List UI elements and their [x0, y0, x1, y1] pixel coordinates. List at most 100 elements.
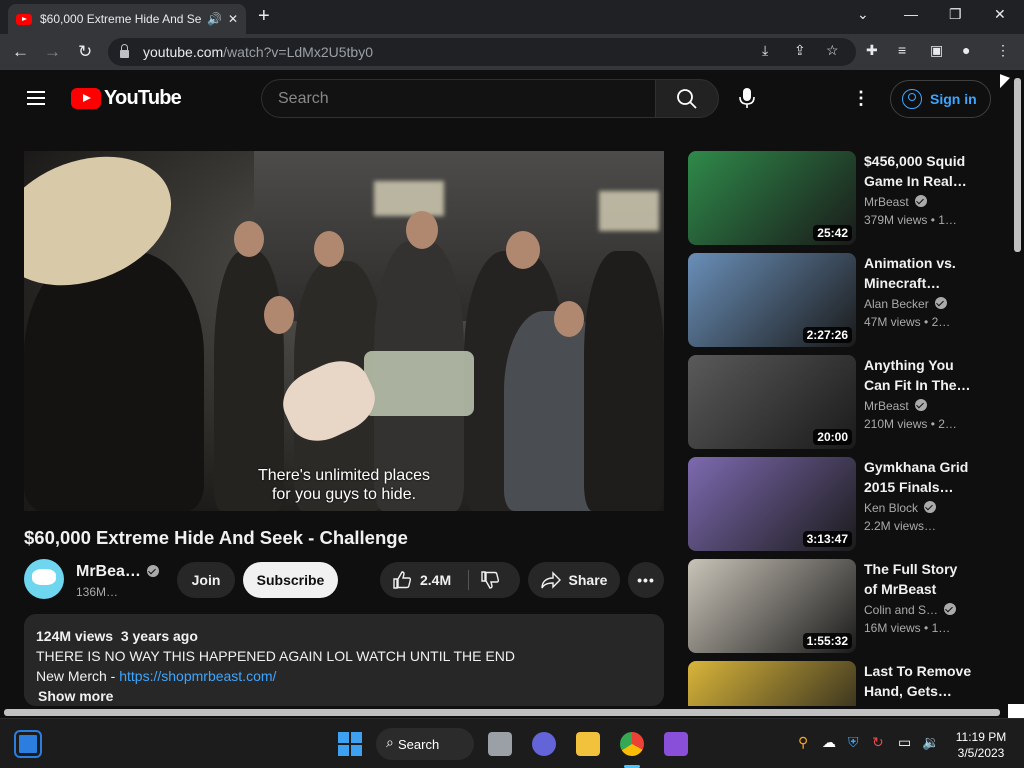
video-thumbnail[interactable]: 1:55:32	[688, 559, 856, 653]
security-shield-icon[interactable]: ⛨	[848, 734, 859, 751]
file-explorer-icon[interactable]	[576, 732, 600, 756]
vertical-scrollbar[interactable]	[1012, 70, 1024, 706]
video-title: $60,000 Extreme Hide And Seek - Challeng…	[24, 527, 408, 548]
recommended-channel: MrBeast	[864, 399, 927, 413]
like-count: 2.4M	[420, 572, 452, 588]
media-controls-icon[interactable]: ≡	[898, 42, 906, 58]
search-tray-icon[interactable]: ⚲	[798, 734, 808, 751]
recommended-stats: 16M views • 1…	[864, 621, 950, 635]
share-arrow-icon	[540, 571, 561, 589]
like-button[interactable]: 2.4M	[392, 570, 451, 590]
chrome-taskbar-icon[interactable]	[620, 732, 644, 756]
recommended-stats: 2.2M views…	[864, 519, 936, 533]
vertical-scroll-thumb[interactable]	[1014, 78, 1021, 252]
verified-badge-icon	[924, 501, 937, 513]
minimize-button[interactable]: —	[904, 6, 918, 22]
recommended-title[interactable]: Animation vs. Minecraft…	[864, 253, 974, 293]
channel-name-row[interactable]: MrBea…	[76, 563, 159, 581]
channel-avatar[interactable]	[24, 559, 64, 599]
recommended-channel: Ken Block	[864, 501, 937, 515]
hamburger-menu-icon[interactable]	[27, 91, 45, 105]
cloud-offline-icon[interactable]: ☁	[822, 734, 836, 751]
sync-alert-icon[interactable]: ↻	[872, 734, 884, 751]
recommended-stats: 210M views • 2…	[864, 417, 957, 431]
recommended-video[interactable]: 20:00 Anything You Can Fit In The… MrBeast…	[688, 355, 988, 451]
youtube-logo[interactable]: YouTube	[71, 87, 182, 110]
network-icon[interactable]: ▭	[898, 734, 911, 751]
bookmark-star-icon[interactable]: ☆	[826, 42, 839, 59]
tab-close-icon[interactable]: ✕	[228, 12, 238, 26]
recommended-video[interactable]: 2:27:26 Animation vs. Minecraft… Alan Beck…	[688, 253, 988, 349]
search-input[interactable]: Search	[261, 79, 656, 118]
description-box[interactable]: 124M views 3 years ago THERE IS NO WAY T…	[24, 614, 664, 706]
video-thumbnail[interactable]: 20:00	[688, 355, 856, 449]
duration-badge: 25:42	[813, 225, 852, 241]
video-money-pile	[364, 351, 474, 416]
search-button[interactable]	[655, 79, 719, 118]
forward-arrow-icon[interactable]: →	[44, 42, 61, 62]
subscribe-button[interactable]: Subscribe	[243, 562, 338, 598]
recommended-channel-name: Ken Block	[864, 501, 919, 515]
windows-start-icon[interactable]	[338, 732, 362, 756]
sign-in-button[interactable]: Sign in	[890, 80, 991, 118]
browser-menu-icon[interactable]: ⋮	[996, 42, 1010, 59]
recommended-video[interactable]: 1:55:32 The Full Story of MrBeast Colin an…	[688, 559, 988, 655]
audio-playing-icon[interactable]: 🔊	[207, 12, 222, 26]
video-figure-head	[554, 301, 584, 337]
browser-toolbar: ← → ↻ youtube.com/watch?v=LdMx2U5tby0 ⤓ …	[0, 34, 1024, 70]
profile-icon[interactable]: ●	[962, 42, 970, 58]
merch-label: New Merch -	[36, 668, 120, 684]
close-window-button[interactable]: ✕	[994, 6, 1006, 23]
like-divider	[468, 570, 469, 590]
channel-name[interactable]: MrBea…	[76, 563, 141, 580]
recommended-title[interactable]: The Full Story of MrBeast	[864, 559, 974, 599]
side-panel-icon[interactable]: ▣	[930, 42, 943, 59]
share-button[interactable]: Share	[528, 562, 620, 598]
recommended-views: 379M views	[864, 213, 928, 227]
extensions-puzzle-icon[interactable]: ✚	[866, 42, 878, 59]
join-button[interactable]: Join	[177, 562, 235, 598]
visual-studio-icon[interactable]	[664, 732, 688, 756]
dislike-button[interactable]	[480, 570, 500, 593]
horizontal-scroll-thumb[interactable]	[4, 709, 1000, 716]
video-thumbnail[interactable]: 25:42	[688, 151, 856, 245]
clock-time: 11:19 PM	[955, 730, 1007, 744]
verified-badge-icon	[146, 565, 159, 577]
teams-chat-icon[interactable]	[532, 732, 556, 756]
recommended-channel: Alan Becker	[864, 297, 947, 311]
merch-link[interactable]: https://shopmrbeast.com/	[119, 668, 276, 684]
video-thumbnail[interactable]: 3:13:47	[688, 457, 856, 551]
new-tab-button[interactable]: +	[258, 5, 270, 27]
widgets-icon[interactable]	[14, 730, 42, 758]
recommended-video[interactable]: 3:13:47 Gymkhana Grid 2015 Finals… Ken Blo…	[688, 457, 988, 553]
recommended-channel-name: MrBeast	[864, 399, 909, 413]
recommended-video[interactable]: 25:42 $456,000 Squid Game In Real… MrBeast…	[688, 151, 988, 247]
recommended-title[interactable]: Anything You Can Fit In The…	[864, 355, 974, 395]
show-more-button[interactable]: Show more	[36, 686, 652, 706]
restore-button[interactable]: ❐	[949, 6, 962, 23]
horizontal-scrollbar[interactable]	[0, 706, 1012, 718]
back-arrow-icon[interactable]: ←	[12, 42, 29, 62]
reload-icon[interactable]: ↻	[78, 42, 92, 62]
recommended-title[interactable]: Last To Remove Hand, Gets…	[864, 661, 974, 701]
voice-search-button[interactable]	[729, 80, 765, 116]
more-actions-button[interactable]: •••	[628, 562, 664, 598]
clock-date: 3/5/2023	[957, 746, 1005, 760]
share-page-icon[interactable]: ⇪	[794, 42, 806, 59]
browser-tab-active[interactable]: $60,000 Extreme Hide And Se 🔊 ✕	[8, 4, 246, 34]
recommended-title[interactable]: Gymkhana Grid 2015 Finals…	[864, 457, 974, 497]
address-bar[interactable]: youtube.com/watch?v=LdMx2U5tby0	[108, 38, 856, 66]
recommended-title[interactable]: $456,000 Squid Game In Real…	[864, 151, 974, 191]
taskbar-clock[interactable]: 11:19 PM 3/5/2023	[950, 729, 1012, 761]
tab-search-chevron-icon[interactable]: ⌄	[857, 6, 869, 23]
video-figure-head	[264, 296, 294, 334]
video-thumbnail[interactable]: 2:27:26	[688, 253, 856, 347]
taskbar-search[interactable]: ⌕ Search	[376, 728, 474, 760]
settings-kebab-icon[interactable]: ⋮	[852, 88, 870, 109]
video-player[interactable]: There's unlimited places for you guys to…	[24, 151, 664, 511]
volume-icon[interactable]: 🔉	[922, 734, 939, 751]
install-icon[interactable]: ⤓	[762, 42, 768, 59]
description-line: THERE IS NO WAY THIS HAPPENED AGAIN LOL …	[36, 648, 515, 664]
task-view-icon[interactable]	[488, 732, 512, 756]
lock-icon[interactable]	[120, 44, 129, 58]
